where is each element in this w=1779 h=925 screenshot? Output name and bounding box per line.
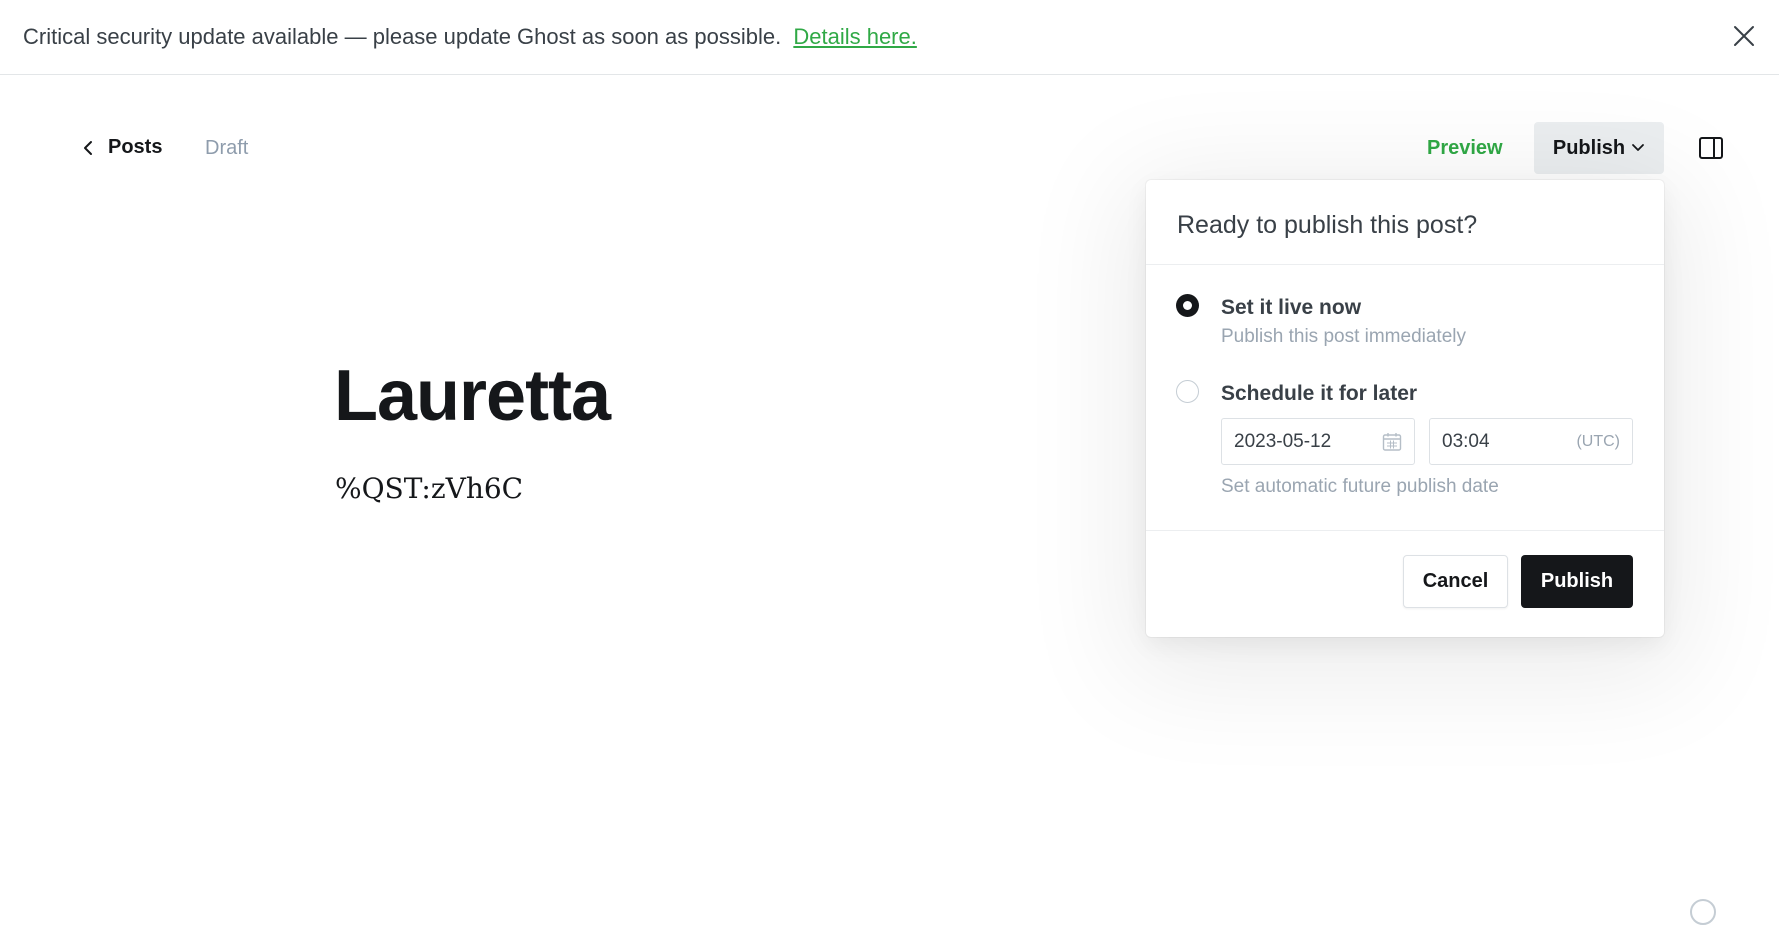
- publish-menu-trigger[interactable]: Publish: [1534, 122, 1664, 174]
- option-set-live-now-description: Publish this post immediately: [1221, 326, 1466, 347]
- help-icon[interactable]: [1690, 899, 1716, 925]
- schedule-date-value: 2023-05-12: [1234, 430, 1332, 452]
- sidebar-toggle-icon[interactable]: [1698, 136, 1724, 160]
- security-update-banner: Critical security update available — ple…: [0, 0, 1779, 75]
- divider: [1146, 264, 1664, 265]
- schedule-time-input[interactable]: 03:04 (UTC): [1429, 418, 1633, 465]
- post-title[interactable]: Lauretta: [334, 355, 611, 437]
- timezone-label: (UTC): [1576, 432, 1620, 450]
- preview-button[interactable]: Preview: [1427, 137, 1503, 160]
- back-label: Posts: [108, 136, 163, 158]
- confirm-publish-button[interactable]: Publish: [1521, 555, 1633, 608]
- banner-message: Critical security update available — ple…: [23, 24, 782, 49]
- banner-text: Critical security update available — ple…: [23, 24, 917, 50]
- chevron-down-icon: [1632, 144, 1645, 151]
- option-set-live-now-label[interactable]: Set it live now: [1221, 296, 1361, 320]
- schedule-time-value: 03:04: [1442, 430, 1490, 452]
- publish-trigger-label: Publish: [1552, 136, 1626, 159]
- post-body[interactable]: %QST:zVh6C: [335, 472, 523, 505]
- banner-details-link[interactable]: Details here.: [793, 24, 917, 49]
- option-schedule-later-label[interactable]: Schedule it for later: [1221, 382, 1417, 406]
- post-status: Draft: [205, 137, 249, 159]
- radio-set-live-now[interactable]: [1176, 294, 1199, 317]
- publish-dropdown: Ready to publish this post? Set it live …: [1146, 180, 1664, 637]
- close-icon[interactable]: [1730, 22, 1758, 50]
- cancel-button[interactable]: Cancel: [1403, 555, 1508, 608]
- chevron-left-icon: [84, 140, 92, 155]
- option-schedule-later-description: Set automatic future publish date: [1221, 476, 1499, 497]
- schedule-date-input[interactable]: 2023-05-12: [1221, 418, 1415, 465]
- publish-dropdown-title: Ready to publish this post?: [1177, 211, 1478, 239]
- radio-schedule-later[interactable]: [1176, 380, 1199, 403]
- back-to-posts-link[interactable]: Posts: [82, 136, 162, 159]
- divider: [1146, 530, 1664, 531]
- calendar-icon[interactable]: [1382, 432, 1402, 452]
